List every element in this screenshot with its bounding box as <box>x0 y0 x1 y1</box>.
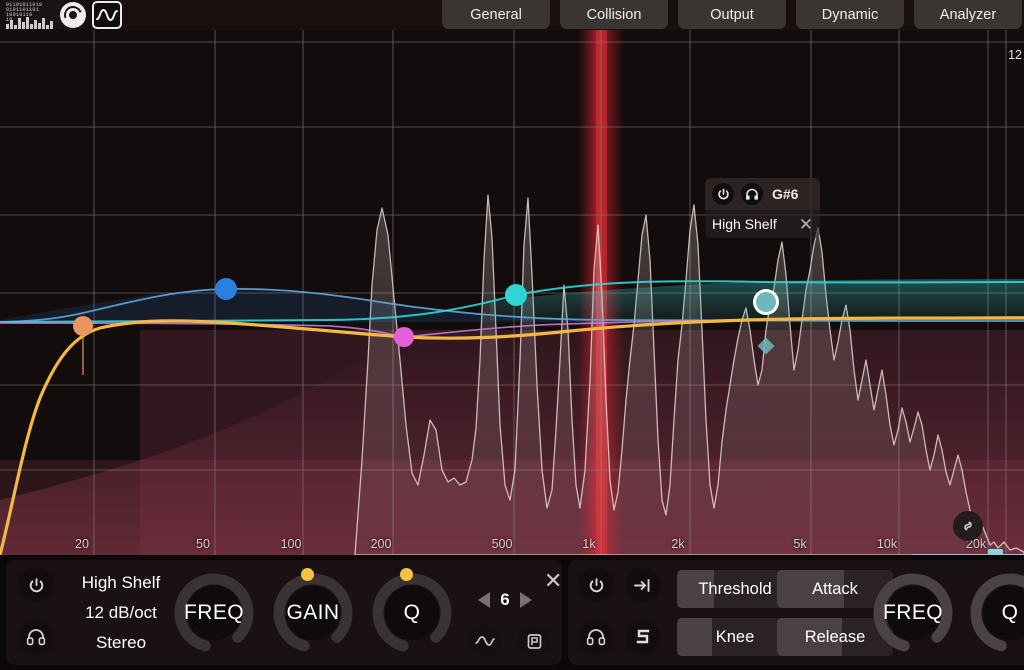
band-note-label: G#6 <box>772 186 798 202</box>
band-order-value: 6 <box>499 590 511 610</box>
triangle-right-icon[interactable] <box>520 592 532 608</box>
band-q-knob-indicator <box>400 568 413 581</box>
band-slope-value: 12 dB/oct <box>66 598 176 628</box>
band-power-button[interactable] <box>712 183 734 205</box>
band-info-text: High Shelf 12 dB/oct Stereo <box>66 568 176 658</box>
band-gain-knob[interactable]: GAIN <box>271 571 355 655</box>
band-gain-knob-indicator <box>301 568 314 581</box>
freq-tick-100: 100 <box>281 537 302 551</box>
band-handle-low-cut[interactable] <box>73 316 93 336</box>
band-handle-bell-2[interactable] <box>505 284 527 306</box>
brand-logo: 0110101101001011011011001011010 <box>4 1 122 29</box>
release-label: Release <box>805 628 866 647</box>
binary-spectrum-icon: 0110101101001011011011001011010 <box>4 1 66 29</box>
dynamics-q-knob[interactable]: Q <box>968 571 1024 655</box>
freq-tick-1k: 1k <box>582 537 595 551</box>
dynamics-power-toggle[interactable] <box>577 566 615 604</box>
knee-label: Knee <box>716 628 755 647</box>
freq-tick-500: 500 <box>492 537 513 551</box>
freq-tick-5k: 5k <box>793 537 806 551</box>
tab-dynamic[interactable]: Dynamic <box>796 0 904 29</box>
link-icon[interactable] <box>953 511 983 541</box>
knee-button[interactable]: Knee <box>677 618 793 656</box>
band-info-panel[interactable]: G#6 High Shelf ✕ <box>705 178 820 238</box>
tab-output[interactable]: Output <box>678 0 786 29</box>
threshold-label: Threshold <box>698 580 771 599</box>
slider-knob[interactable] <box>988 549 1003 555</box>
slider-track <box>912 554 1024 555</box>
band-channel-value: Stereo <box>66 628 176 658</box>
band-type-value: High Shelf <box>66 568 176 598</box>
disc-icon <box>58 1 88 29</box>
close-icon[interactable]: ✕ <box>799 216 813 233</box>
freq-tick-2k: 2k <box>671 537 684 551</box>
attack-label: Attack <box>812 580 858 599</box>
band-handle-high-shelf[interactable] <box>756 292 776 312</box>
tab-analyzer[interactable]: Analyzer <box>914 0 1022 29</box>
top-bar: 0110101101001011011011001011010 General … <box>0 0 1024 30</box>
nav-tabs: General Collision Output Dynamic Analyze… <box>442 0 1022 29</box>
plugin-window: 0110101101001011011011001011010 General … <box>0 0 1024 670</box>
band-order-stepper[interactable]: 6 <box>478 590 532 610</box>
eq-graph[interactable]: G#6 High Shelf ✕ 20 50 100 200 500 1k 2k… <box>0 30 1024 555</box>
waveform-icon <box>92 1 122 29</box>
letter-a-icon[interactable] <box>514 621 554 661</box>
freq-tick-20: 20 <box>75 537 89 551</box>
tab-collision[interactable]: Collision <box>560 0 668 29</box>
band-listen-toggle[interactable] <box>17 618 55 656</box>
band-q-knob[interactable]: Q <box>370 571 454 655</box>
letter-s-icon[interactable] <box>624 618 662 656</box>
band-listen-button[interactable] <box>741 183 763 205</box>
dynamics-listen-toggle[interactable] <box>577 618 615 656</box>
db-tick-12: 12 <box>1008 48 1022 62</box>
dynamics-panel: Threshold Attack Knee Release FREQ <box>568 560 1024 665</box>
freq-tick-200: 200 <box>371 537 392 551</box>
sine-wave-icon[interactable] <box>465 621 505 661</box>
bottom-control-bar: High Shelf 12 dB/oct Stereo FREQ GA <box>0 555 1024 670</box>
band-freq-knob[interactable]: FREQ <box>172 571 256 655</box>
threshold-button[interactable]: Threshold <box>677 570 793 608</box>
arrow-into-icon[interactable] <box>624 566 662 604</box>
band-close-button[interactable]: ✕ <box>544 570 562 592</box>
freq-tick-10k: 10k <box>877 537 897 551</box>
band-editor-panel: High Shelf 12 dB/oct Stereo FREQ GA <box>6 560 562 665</box>
freq-tick-50: 50 <box>196 537 210 551</box>
triangle-left-icon[interactable] <box>478 592 490 608</box>
band-power-toggle[interactable] <box>17 566 55 604</box>
analyzer-range-slider[interactable] <box>912 548 1024 555</box>
knee-fill <box>677 618 712 656</box>
tab-general[interactable]: General <box>442 0 550 29</box>
dynamics-freq-knob[interactable]: FREQ <box>871 571 955 655</box>
band-type-label: High Shelf <box>712 216 777 232</box>
band-handle-bell-1[interactable] <box>394 327 414 347</box>
band-handle-low-shelf[interactable] <box>215 278 237 300</box>
